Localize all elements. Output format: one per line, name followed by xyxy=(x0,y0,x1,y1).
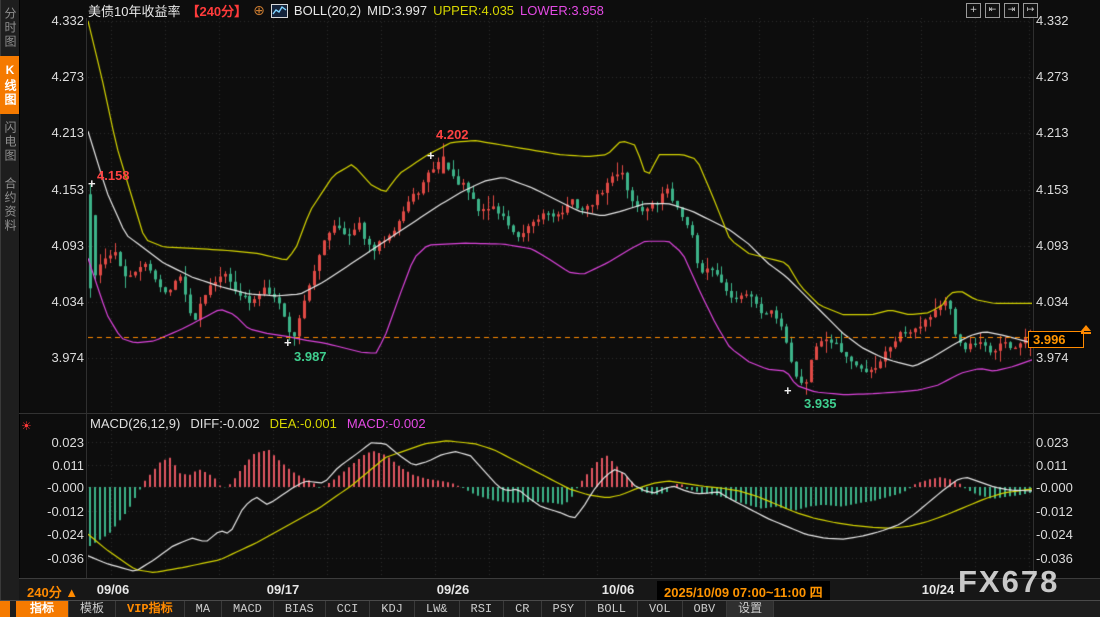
toolbar-item-12[interactable]: PSY xyxy=(542,601,587,617)
indicator-sun-icon[interactable]: ☀ xyxy=(21,419,32,433)
date-tick: 10/06 xyxy=(602,582,635,597)
last-price-tag: 3.996 xyxy=(1028,331,1084,348)
toolbar-item-16[interactable]: 设置 xyxy=(727,601,774,617)
macd-tick-left: -0.024 xyxy=(34,527,84,542)
date-tick: 10/24 xyxy=(922,582,955,597)
toolbar-item-15[interactable]: OBV xyxy=(683,601,728,617)
toolbar-item-7[interactable]: CCI xyxy=(326,601,371,617)
price-tick-left: 4.213 xyxy=(34,125,84,140)
macd-chart[interactable] xyxy=(88,430,1032,578)
date-axis-row: 240分 ▲ 2025/10/09 07:00~11:00 四 09/06 09/… xyxy=(19,578,1100,601)
macd-tick-right: -0.000 xyxy=(1036,480,1073,495)
boll-label: BOLL(20,2) xyxy=(294,3,361,18)
macd-tick-left: 0.011 xyxy=(34,458,84,473)
price-tick-right: 4.093 xyxy=(1036,238,1069,253)
price-tick-left: 4.332 xyxy=(34,13,84,28)
mini-chart-icon[interactable] xyxy=(271,4,288,18)
macd-diff-value: DIFF:-0.002 xyxy=(190,416,259,431)
boll-mid-value: MID:3.997 xyxy=(367,3,427,18)
period-label: 240分 ▲ xyxy=(27,582,78,601)
macd-tick-right: 0.011 xyxy=(1036,458,1068,473)
boll-lower-value: LOWER:3.958 xyxy=(520,3,604,18)
macd-tick-left: -0.000 xyxy=(34,480,84,495)
macd-tick-left: -0.036 xyxy=(34,551,84,566)
alert-bar xyxy=(1081,332,1091,334)
toolbar-item-13[interactable]: BOLL xyxy=(586,601,638,617)
candlestick-chart[interactable] xyxy=(88,18,1032,413)
toolbar-item-5[interactable]: MACD xyxy=(222,601,274,617)
window-toolbar: +⇤⇥↦ xyxy=(966,3,1038,18)
toolbar-item-8[interactable]: KDJ xyxy=(370,601,415,617)
toolbar-corner-accent xyxy=(0,601,10,617)
toolbar-item-10[interactable]: RSI xyxy=(460,601,505,617)
sidebar-tab-4[interactable]: 合约资料 xyxy=(0,170,19,240)
price-tick-right: 4.213 xyxy=(1036,125,1069,140)
extreme-price-label: 4.158 xyxy=(97,168,130,183)
price-tick-right: 4.332 xyxy=(1036,13,1069,28)
extreme-price-label: 4.202 xyxy=(436,127,469,142)
macd-tick-right: -0.024 xyxy=(1036,527,1073,542)
macd-params-label: MACD(26,12,9) xyxy=(90,416,180,431)
boll-upper-value: UPPER:4.035 xyxy=(433,3,514,18)
pane-separator xyxy=(19,413,1100,414)
crosshair-marker: + xyxy=(427,151,435,161)
date-tick: 09/06 xyxy=(97,582,130,597)
indicator-toolbar: 指标模板VIP指标MAMACDBIASCCIKDJLW&RSICRPSYBOLL… xyxy=(0,600,1100,617)
price-tick-right: 3.974 xyxy=(1036,350,1069,365)
sidebar-tab-1[interactable]: 分时图 xyxy=(0,0,19,56)
price-tick-right: 4.034 xyxy=(1036,294,1069,309)
sidebar-tab-2[interactable]: K线图 xyxy=(0,56,19,114)
macd-macd-value: MACD:-0.002 xyxy=(347,416,426,431)
chart-title-bar: 美债10年收益率【240分】 ⊕ BOLL(20,2) MID:3.997 UP… xyxy=(88,2,604,19)
toolbar-item-6[interactable]: BIAS xyxy=(274,601,326,617)
selected-candle-time: 2025/10/09 07:00~11:00 四 xyxy=(657,581,830,602)
crosshair-marker: + xyxy=(284,338,292,348)
toolbar-item-1[interactable]: 指标 xyxy=(16,601,69,617)
trading-app: 分时图K线图闪电图合约资料 美债10年收益率【240分】 ⊕ BOLL(20,2… xyxy=(0,0,1100,617)
extreme-price-label: 3.987 xyxy=(294,349,327,364)
price-tick-left: 4.153 xyxy=(34,182,84,197)
price-tick-left: 4.093 xyxy=(34,238,84,253)
pan-tool-icon[interactable]: + xyxy=(966,3,981,18)
plot-right-border xyxy=(1033,18,1034,578)
price-tick-right: 4.273 xyxy=(1036,69,1069,84)
toolbar-item-2[interactable]: 模板 xyxy=(69,601,116,617)
date-tick: 09/17 xyxy=(267,582,300,597)
crosshair-marker: + xyxy=(784,386,792,396)
macd-tick-left: -0.012 xyxy=(34,504,84,519)
toolbar-item-3[interactable]: VIP指标 xyxy=(116,601,185,617)
plot-left-border xyxy=(86,18,87,578)
macd-tick-left: 0.023 xyxy=(34,435,84,450)
plus-circle-icon[interactable]: ⊕ xyxy=(253,4,265,17)
toolbar-item-14[interactable]: VOL xyxy=(638,601,683,617)
extreme-price-label: 3.935 xyxy=(804,396,837,411)
toolbar-item-11[interactable]: CR xyxy=(504,601,541,617)
macd-dea-value: DEA:-0.001 xyxy=(270,416,337,431)
macd-tick-right: 0.023 xyxy=(1036,435,1069,450)
macd-tick-right: -0.012 xyxy=(1036,504,1073,519)
watermark: FX678 xyxy=(958,564,1059,600)
sidebar: 分时图K线图闪电图合约资料 xyxy=(0,0,20,600)
price-alert-icon[interactable] xyxy=(1080,325,1092,334)
date-tick: 09/26 xyxy=(437,582,470,597)
toolbar-item-4[interactable]: MA xyxy=(185,601,222,617)
crosshair-marker: + xyxy=(88,179,96,189)
sidebar-tab-3[interactable]: 闪电图 xyxy=(0,114,19,170)
price-tick-left: 4.273 xyxy=(34,69,84,84)
zoom-in-time-icon[interactable]: ⇥ xyxy=(1004,3,1019,18)
price-tick-left: 3.974 xyxy=(34,350,84,365)
toolbar-item-9[interactable]: LW& xyxy=(415,601,460,617)
macd-header: MACD(26,12,9) DIFF:-0.002 DEA:-0.001 MAC… xyxy=(90,416,426,431)
alert-triangle xyxy=(1081,325,1091,331)
zoom-out-time-icon[interactable]: ⇤ xyxy=(985,3,1000,18)
price-tick-right: 4.153 xyxy=(1036,182,1069,197)
price-tick-left: 4.034 xyxy=(34,294,84,309)
